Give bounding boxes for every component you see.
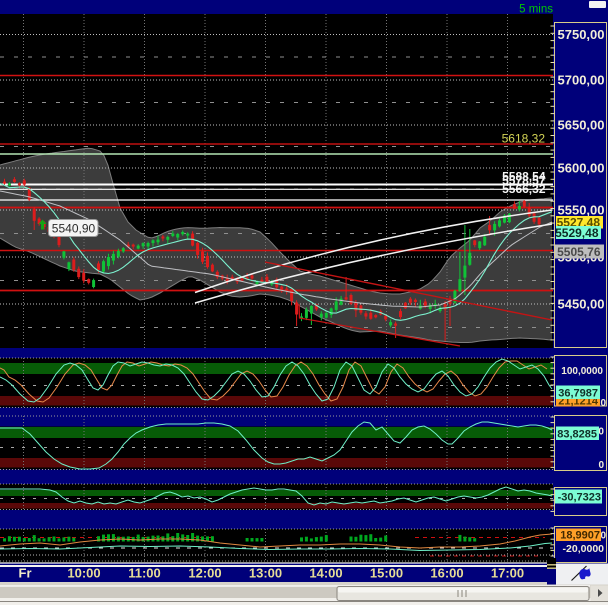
svg-text:0: 0	[600, 398, 606, 409]
svg-text:5700,00: 5700,00	[558, 73, 605, 88]
svg-text:5540,90: 5540,90	[52, 222, 96, 236]
svg-text:5566,32: 5566,32	[502, 182, 546, 196]
svg-text:36,7987: 36,7987	[558, 387, 598, 399]
svg-text:5600,00: 5600,00	[558, 161, 605, 176]
svg-text:14:00: 14:00	[309, 566, 342, 581]
svg-text:18,9907: 18,9907	[560, 530, 600, 542]
svg-text:17:00: 17:00	[491, 566, 524, 581]
svg-text:5618,32: 5618,32	[502, 132, 546, 146]
svg-text:-30,7323: -30,7323	[558, 492, 601, 504]
svg-text:16:00: 16:00	[430, 566, 463, 581]
svg-text:-20,0000: -20,0000	[563, 543, 605, 555]
svg-text:0: 0	[598, 460, 604, 471]
svg-text:10:00: 10:00	[67, 566, 100, 581]
svg-text:13:00: 13:00	[249, 566, 282, 581]
svg-text:11:00: 11:00	[128, 566, 161, 581]
svg-text:5505,76: 5505,76	[557, 245, 601, 259]
svg-text:83,8285: 83,8285	[557, 428, 597, 440]
svg-text:5750,00: 5750,00	[558, 27, 605, 42]
svg-text:Fr: Fr	[19, 566, 32, 581]
svg-text:12:00: 12:00	[188, 566, 221, 581]
svg-text:5450,00: 5450,00	[558, 297, 605, 312]
svg-text:100,0000: 100,0000	[561, 366, 603, 377]
svg-text:5650,00: 5650,00	[558, 118, 605, 133]
svg-text:0: 0	[600, 530, 606, 541]
svg-text:5529,48: 5529,48	[555, 226, 599, 240]
svg-text:15:00: 15:00	[370, 566, 403, 581]
svg-text:5 mins: 5 mins	[519, 4, 553, 16]
